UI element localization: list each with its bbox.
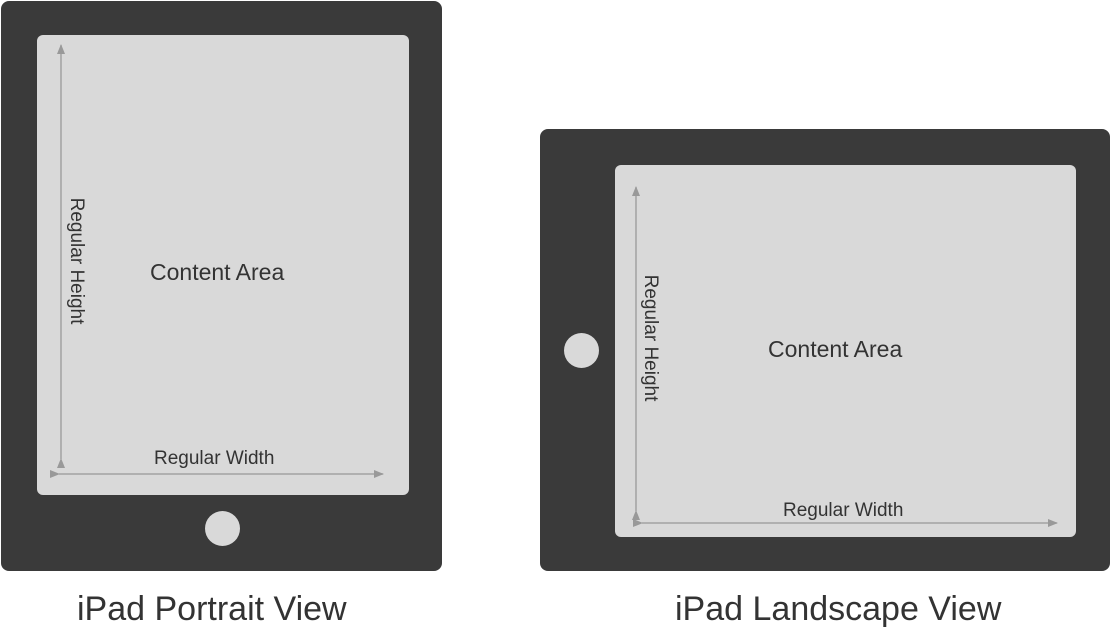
landscape-width-label: Regular Width <box>783 500 904 521</box>
ipad-landscape-device: Regular Height Content Area Regular Widt… <box>540 129 1110 571</box>
landscape-height-label: Regular Height <box>640 274 661 402</box>
ipad-portrait-device: Regular Height Content Area Regular Widt… <box>1 1 442 571</box>
portrait-content-area-label: Content Area <box>150 259 285 285</box>
landscape-screen: Regular Height Content Area Regular Widt… <box>615 165 1076 537</box>
portrait-home-button <box>205 511 240 546</box>
portrait-screen: Regular Height Content Area Regular Widt… <box>37 35 409 495</box>
landscape-caption: iPad Landscape View <box>675 590 1002 628</box>
portrait-caption: iPad Portrait View <box>77 590 347 628</box>
landscape-home-button <box>564 333 599 368</box>
landscape-content-area-label: Content Area <box>768 336 903 362</box>
portrait-height-label: Regular Height <box>66 197 87 325</box>
portrait-width-label: Regular Width <box>154 448 275 469</box>
